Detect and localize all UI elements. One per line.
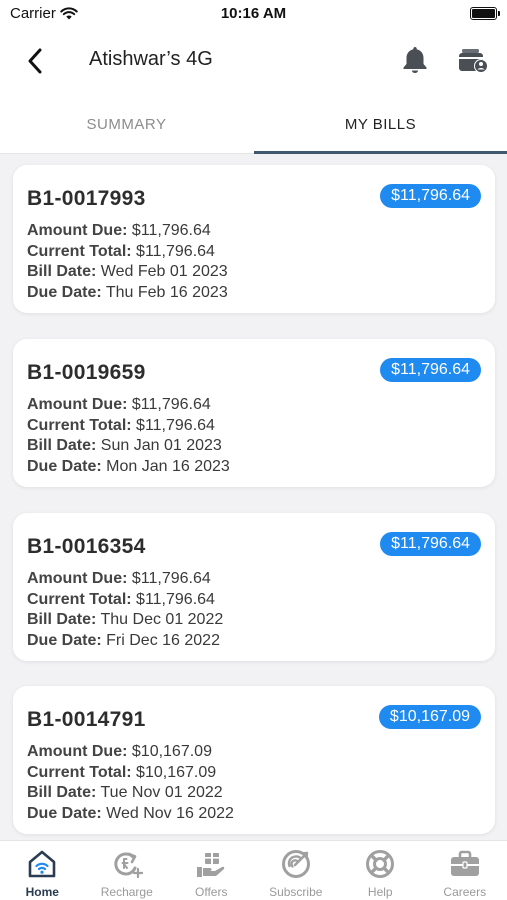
due-date-label: Due Date: [27,457,102,475]
offers-gift-hand-icon [197,853,225,877]
amount-due-row: Amount Due: $11,796.64 [27,569,223,590]
tabbar-careers-label: Careers [443,885,487,899]
current-total-label: Current Total: [27,416,132,434]
due-date-value: Fri Dec 16 2022 [106,631,220,649]
tabbar-help[interactable]: Help [338,841,423,900]
current-total-label: Current Total: [27,590,132,608]
amount-due-value: $10,167.09 [131,743,212,760]
tabbar-home-label: Home [25,885,59,899]
current-total-value: $11,796.64 [136,590,215,608]
bottom-tab-bar: Home Recharge Offers Subscribe Help Care… [0,840,507,900]
bill-date-label: Bill Date: [27,611,97,628]
bill-date-row: Bill Date: Wed Feb 01 2023 [27,262,228,283]
bill-amount-badge: $11,796.64 [380,532,481,556]
page-title: Atishwar’s 4G [89,48,213,70]
due-date-row: Due Date: Thu Feb 16 2023 [27,283,228,304]
tab-my-bills[interactable]: MY BILLS [254,94,507,154]
careers-briefcase-icon [450,850,479,876]
nav-bar: Atishwar’s 4G [0,30,507,94]
amount-due-row: Amount Due: $11,796.64 [27,395,230,416]
help-lifebuoy-icon [366,850,395,878]
bill-date-label: Bill Date: [27,437,97,454]
amount-due-row: Amount Due: $11,796.64 [27,221,228,242]
recharge-icon [114,852,143,879]
battery-icon [470,7,500,20]
tabbar-home[interactable]: Home [0,841,85,900]
segment-tabs: SUMMARY MY BILLS [0,94,507,154]
due-date-label: Due Date: [27,804,102,822]
bill-date-value: Thu Dec 01 2022 [100,611,224,628]
notifications-button[interactable] [398,43,432,77]
bills-list[interactable]: B1-0017993 $11,796.64 Amount Due: $11,79… [0,154,507,840]
due-date-row: Due Date: Wed Nov 16 2022 [27,804,234,825]
due-date-row: Due Date: Fri Dec 16 2022 [27,631,223,652]
bill-card[interactable]: B1-0014791 $10,167.09 Amount Due: $10,16… [13,686,495,834]
bill-card[interactable]: B1-0017993 $11,796.64 Amount Due: $11,79… [13,165,495,313]
tabbar-help-label: Help [367,885,393,899]
bill-amount-badge: $11,796.64 [380,358,481,382]
bill-details: Amount Due: $11,796.64 Current Total: $1… [27,395,230,477]
amount-due-label: Amount Due: [27,222,128,239]
bill-date-value: Tue Nov 01 2022 [100,784,223,801]
current-total-row: Current Total: $11,796.64 [27,416,230,437]
current-total-value: $10,167.09 [136,763,217,781]
billing-account-button[interactable] [455,43,491,77]
due-date-label: Due Date: [27,283,102,301]
bill-card[interactable]: B1-0019659 $11,796.64 Amount Due: $11,79… [13,339,495,487]
current-total-value: $11,796.64 [136,242,215,260]
chevron-left-icon [28,48,42,74]
bill-details: Amount Due: $11,796.64 Current Total: $1… [27,569,223,651]
bill-details: Amount Due: $11,796.64 Current Total: $1… [27,221,228,303]
due-date-label: Due Date: [27,631,102,649]
bill-id: B1-0016354 [27,535,146,558]
current-total-label: Current Total: [27,763,132,781]
current-total-row: Current Total: $10,167.09 [27,763,234,784]
tab-summary[interactable]: SUMMARY [0,94,253,154]
bill-id: B1-0017993 [27,187,146,210]
current-total-label: Current Total: [27,242,132,260]
bill-date-label: Bill Date: [27,784,97,801]
current-total-row: Current Total: $11,796.64 [27,590,223,611]
due-date-value: Wed Nov 16 2022 [106,804,234,822]
bill-date-value: Wed Feb 01 2023 [100,263,228,280]
status-time: 10:16 AM [220,5,287,22]
tabbar-offers[interactable]: Offers [169,841,254,900]
due-date-row: Due Date: Mon Jan 16 2023 [27,457,230,478]
amount-due-row: Amount Due: $10,167.09 [27,742,234,763]
due-date-value: Mon Jan 16 2023 [106,457,230,475]
tabbar-careers[interactable]: Careers [423,841,507,900]
bill-id: B1-0014791 [27,708,146,731]
tabbar-subscribe-label: Subscribe [269,885,323,899]
subscribe-signal-icon [281,850,310,878]
amount-due-label: Amount Due: [27,570,128,587]
bill-amount-badge: $10,167.09 [378,705,481,729]
bill-details: Amount Due: $10,167.09 Current Total: $1… [27,742,234,824]
current-total-value: $11,796.64 [136,416,215,434]
amount-due-value: $11,796.64 [131,222,211,239]
bell-icon [403,47,427,73]
bill-id: B1-0019659 [27,361,146,384]
back-button[interactable] [18,44,52,78]
bill-amount-badge: $11,796.64 [380,184,481,208]
due-date-value: Thu Feb 16 2023 [105,283,228,301]
current-total-row: Current Total: $11,796.64 [27,242,228,263]
bill-card[interactable]: B1-0016354 $11,796.64 Amount Due: $11,79… [13,513,495,661]
tabbar-subscribe[interactable]: Subscribe [254,841,339,900]
tabbar-offers-label: Offers [195,885,228,899]
wallet-user-icon [459,49,488,73]
amount-due-value: $11,796.64 [131,570,211,587]
bill-date-row: Bill Date: Tue Nov 01 2022 [27,783,234,804]
tabbar-recharge-label: Recharge [100,885,153,899]
amount-due-label: Amount Due: [27,743,128,760]
bill-date-row: Bill Date: Sun Jan 01 2023 [27,436,230,457]
amount-due-value: $11,796.64 [131,396,211,413]
bill-date-row: Bill Date: Thu Dec 01 2022 [27,610,223,631]
tabbar-recharge[interactable]: Recharge [85,841,170,900]
status-bar: Carrier 10:16 AM [0,0,507,30]
amount-due-label: Amount Due: [27,396,128,413]
home-wifi-icon [28,850,56,878]
bill-date-value: Sun Jan 01 2023 [100,437,222,454]
bill-date-label: Bill Date: [27,263,97,280]
